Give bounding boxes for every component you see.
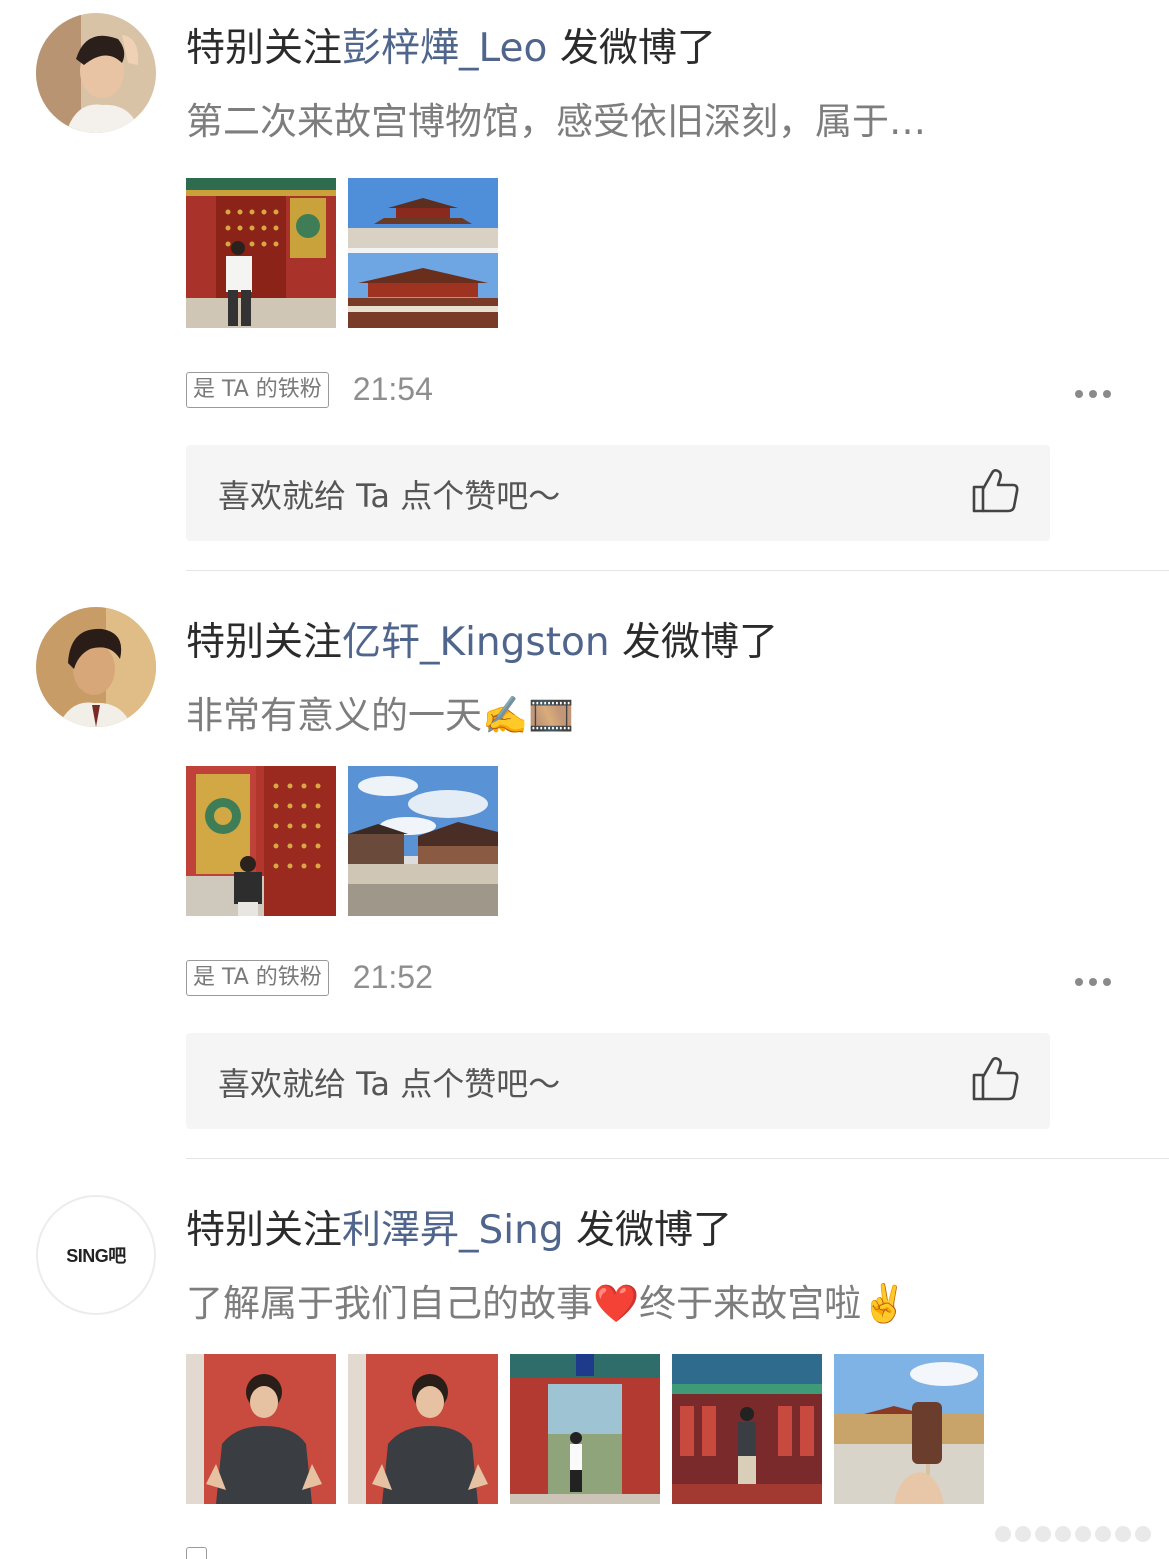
image-grid [186, 178, 498, 328]
like-prompt: 喜欢就给 Ta 点个赞吧～ [218, 1065, 561, 1103]
divider [186, 1158, 1169, 1159]
headline-prefix: 特别关注 [186, 1208, 343, 1253]
post-image[interactable] [186, 766, 336, 916]
fan-badge: 是 TA 的铁粉 [186, 959, 329, 996]
thumbs-up-icon[interactable] [970, 465, 1022, 517]
post-time: 21:52 [352, 959, 433, 995]
avatar[interactable] [36, 13, 156, 133]
watermark [995, 1526, 1151, 1542]
username-link[interactable]: 利澤昇_Sing [342, 1208, 564, 1253]
more-options-icon[interactable] [1075, 970, 1111, 994]
like-prompt: 喜欢就给 Ta 点个赞吧～ [218, 477, 561, 515]
headline-suffix: 发微博了 [563, 1208, 732, 1253]
post-image[interactable] [348, 178, 498, 328]
divider [186, 570, 1169, 571]
fan-badge [186, 1547, 207, 1559]
like-bar[interactable]: 喜欢就给 Ta 点个赞吧～ [186, 1033, 1050, 1129]
post-excerpt[interactable]: 了解属于我们自己的故事❤️终于来故宫啦✌️ [186, 1278, 907, 1330]
avatar-text: SING吧 [66, 1246, 126, 1266]
thumbs-up-icon[interactable] [970, 1053, 1022, 1105]
post-meta: 是 TA 的铁粉 21:52 [186, 959, 433, 996]
post-image[interactable] [348, 766, 498, 916]
like-bar[interactable]: 喜欢就给 Ta 点个赞吧～ [186, 445, 1050, 541]
feed-item[interactable]: SING吧 特别关注利澤昇_Sing 发微博了 了解属于我们自己的故事❤️终于来… [0, 1182, 1169, 1559]
headline-prefix: 特别关注 [186, 26, 343, 71]
avatar[interactable]: SING吧 [36, 1195, 156, 1315]
avatar[interactable] [36, 607, 156, 727]
post-image[interactable] [348, 1354, 498, 1504]
post-image[interactable] [186, 1354, 336, 1504]
headline-suffix: 发微博了 [547, 26, 716, 71]
headline-prefix: 特别关注 [186, 620, 343, 665]
post-excerpt[interactable]: 第二次来故宫博物馆，感受依旧深刻，属于… [186, 96, 926, 148]
post-headline: 特别关注利澤昇_Sing 发微博了 [186, 1204, 732, 1258]
post-time: 21:54 [352, 371, 433, 407]
image-grid [186, 766, 498, 916]
feed-item[interactable]: 特别关注亿轩_Kingston 发微博了 非常有意义的一天✍️🎞️ 是 TA 的… [0, 594, 1169, 1158]
username-link[interactable]: 彭梓燁_Leo [342, 26, 547, 71]
post-headline: 特别关注彭梓燁_Leo 发微博了 [186, 22, 716, 76]
post-image[interactable] [510, 1354, 660, 1504]
post-excerpt[interactable]: 非常有意义的一天✍️🎞️ [186, 690, 574, 742]
post-image[interactable] [672, 1354, 822, 1504]
more-options-icon[interactable] [1075, 382, 1111, 406]
post-meta: 是 TA 的铁粉 21:54 [186, 371, 433, 408]
image-grid [186, 1354, 984, 1504]
post-meta [186, 1547, 207, 1559]
username-link[interactable]: 亿轩_Kingston [342, 620, 610, 665]
fan-badge: 是 TA 的铁粉 [186, 371, 329, 408]
post-image[interactable] [834, 1354, 984, 1504]
headline-suffix: 发微博了 [609, 620, 778, 665]
post-image[interactable] [186, 178, 336, 328]
post-headline: 特别关注亿轩_Kingston 发微博了 [186, 616, 778, 670]
feed-item[interactable]: 特别关注彭梓燁_Leo 发微博了 第二次来故宫博物馆，感受依旧深刻，属于… 是 … [0, 0, 1169, 570]
